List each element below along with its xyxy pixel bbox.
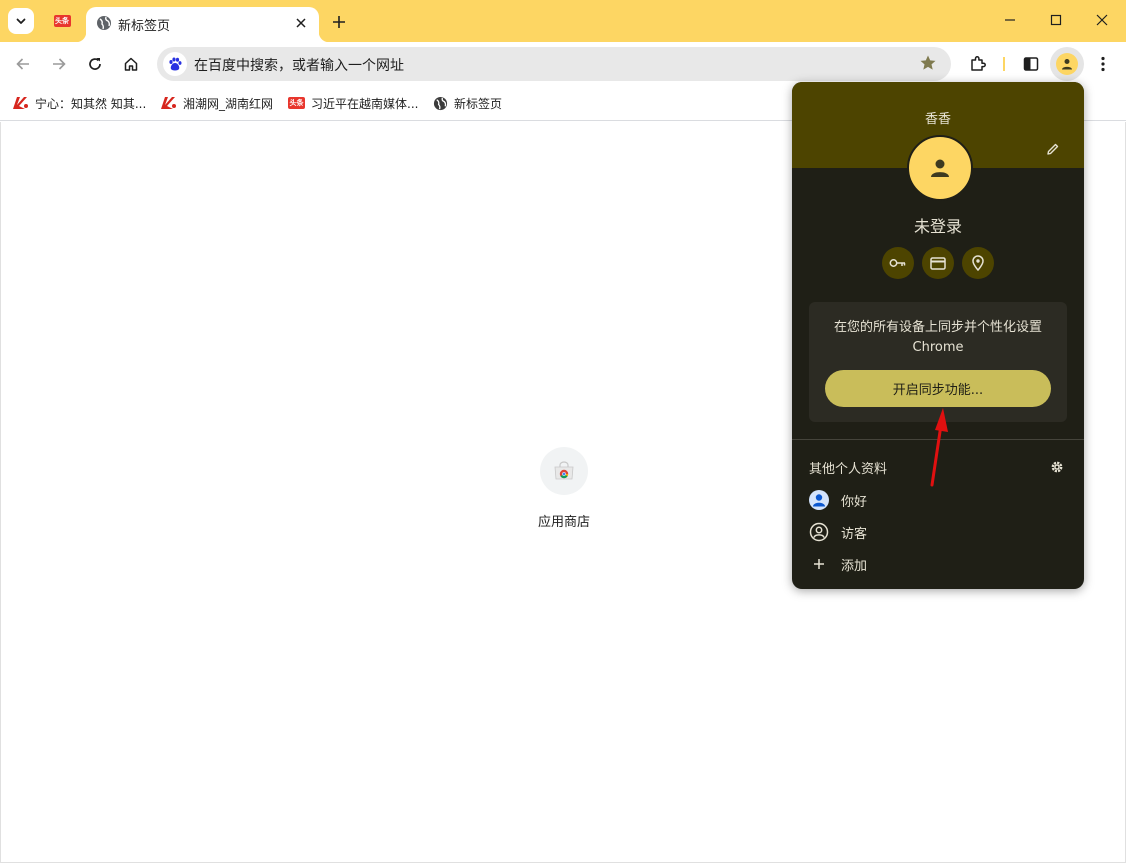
tab-new-tab[interactable]: 新标签页: [76, 7, 329, 42]
chevron-down-icon: [16, 18, 26, 24]
title-bar: 头条 新标签页: [0, 0, 1126, 42]
reload-button[interactable]: [81, 50, 109, 78]
more-vertical-icon: [1101, 56, 1105, 72]
avatar: [1056, 53, 1078, 75]
baidu-paw-icon: [169, 57, 182, 71]
globe-icon: [433, 96, 448, 111]
gear-icon: [1051, 461, 1063, 473]
arrow-left-icon: [16, 58, 29, 70]
key-icon: [889, 259, 906, 267]
toolbar: 在百度中搜索，或者输入一个网址: [0, 42, 1126, 86]
profile-item-label: 添加: [841, 558, 868, 574]
rednet-favicon-icon: [12, 96, 29, 110]
profile-avatar: [907, 135, 973, 201]
bookmark-label: 新标签页: [454, 96, 503, 111]
bookmark-item[interactable]: 湘潮网_湖南红网: [160, 94, 273, 112]
plus-icon: [809, 554, 829, 574]
addresses-button[interactable]: [962, 247, 994, 279]
person-icon: [1062, 59, 1072, 70]
pinned-tab-toutiao[interactable]: 头条: [44, 6, 80, 36]
person-icon: [931, 159, 949, 177]
minimize-icon: [1005, 19, 1015, 21]
profile-avatar-icon: [809, 490, 829, 510]
omnibox[interactable]: 在百度中搜索，或者输入一个网址: [157, 47, 951, 81]
forward-button[interactable]: [45, 50, 73, 78]
sync-line-2: Chrome: [912, 340, 964, 355]
maximize-icon: [1050, 14, 1062, 26]
toutiao-favicon-icon: 头条: [288, 97, 305, 109]
omnibox-text: 在百度中搜索，或者输入一个网址: [194, 58, 404, 74]
profile-item-hello[interactable]: 你好: [809, 488, 1059, 512]
bookmark-label: 习近平在越南媒体...: [311, 96, 419, 111]
credit-card-icon: [930, 256, 946, 270]
profile-item-guest[interactable]: 访客: [809, 520, 1059, 544]
profile-name: 香香: [924, 112, 951, 127]
pencil-icon: [1047, 143, 1059, 155]
location-pin-icon: [972, 255, 984, 271]
back-button[interactable]: [9, 50, 37, 78]
tab-title: 新标签页: [118, 19, 171, 34]
sync-description: 在您的所有设备上同步并个性化设置 Chrome: [809, 318, 1067, 358]
annotation-arrow: [930, 408, 948, 487]
menu-button[interactable]: [1089, 50, 1117, 78]
close-icon: [1096, 14, 1108, 26]
search-engine-icon: [163, 52, 187, 76]
guest-icon: [809, 522, 829, 542]
add-profile-item[interactable]: 添加: [809, 552, 1059, 576]
manage-profiles-button[interactable]: [1047, 457, 1067, 477]
rednet-favicon-icon: [160, 96, 177, 110]
shortcut-label: 应用商店: [537, 515, 590, 530]
home-button[interactable]: [117, 50, 145, 78]
new-tab-button[interactable]: [326, 9, 352, 35]
shortcut-tile[interactable]: 应用商店: [527, 447, 601, 530]
tab-search-button[interactable]: [8, 8, 34, 34]
sync-line-1: 在您的所有设备上同步并个性化设置: [833, 320, 1042, 335]
side-panel-icon: [1023, 57, 1039, 71]
tab-close-button[interactable]: [291, 13, 311, 33]
bookmark-label: 宁心：知其然 知其...: [35, 96, 147, 111]
extensions-button[interactable]: [964, 50, 992, 78]
shortcut-icon-circle: [540, 447, 588, 495]
chrome-web-store-icon: [554, 461, 574, 480]
bookmark-item[interactable]: 宁心：知其然 知其...: [12, 94, 146, 112]
close-window-button[interactable]: [1079, 4, 1125, 36]
toolbar-separator: [1003, 57, 1005, 71]
bookmark-item[interactable]: 新标签页: [433, 94, 502, 112]
minimize-button[interactable]: [987, 4, 1033, 36]
bookmark-item[interactable]: 头条 习近平在越南媒体...: [288, 94, 418, 112]
bookmark-star-icon[interactable]: [919, 54, 937, 72]
edit-profile-button[interactable]: [1042, 138, 1064, 160]
sign-in-status: 未登录: [913, 217, 962, 236]
passwords-button[interactable]: [882, 247, 914, 279]
profile-menu-popup: 香香 未登录 在您的所有设备上同步并个性化设置 Chrome 开启同步功能...…: [792, 82, 1084, 589]
profile-item-label: 访客: [841, 526, 868, 542]
side-panel-button[interactable]: [1017, 50, 1045, 78]
profile-item-label: 你好: [841, 494, 868, 510]
globe-icon: [97, 16, 111, 30]
home-icon: [124, 57, 138, 71]
reload-icon: [89, 58, 101, 70]
toutiao-favicon: 头条: [53, 15, 71, 27]
bookmark-label: 湘潮网_湖南红网: [183, 96, 274, 111]
arrow-right-icon: [53, 58, 66, 70]
close-icon: [296, 18, 306, 28]
puzzle-icon: [971, 56, 986, 71]
profile-button[interactable]: [1050, 47, 1084, 81]
payment-methods-button[interactable]: [922, 247, 954, 279]
other-profiles-title: 其他个人资料: [809, 462, 888, 477]
plus-icon: [333, 16, 345, 28]
maximize-button[interactable]: [1033, 4, 1079, 36]
